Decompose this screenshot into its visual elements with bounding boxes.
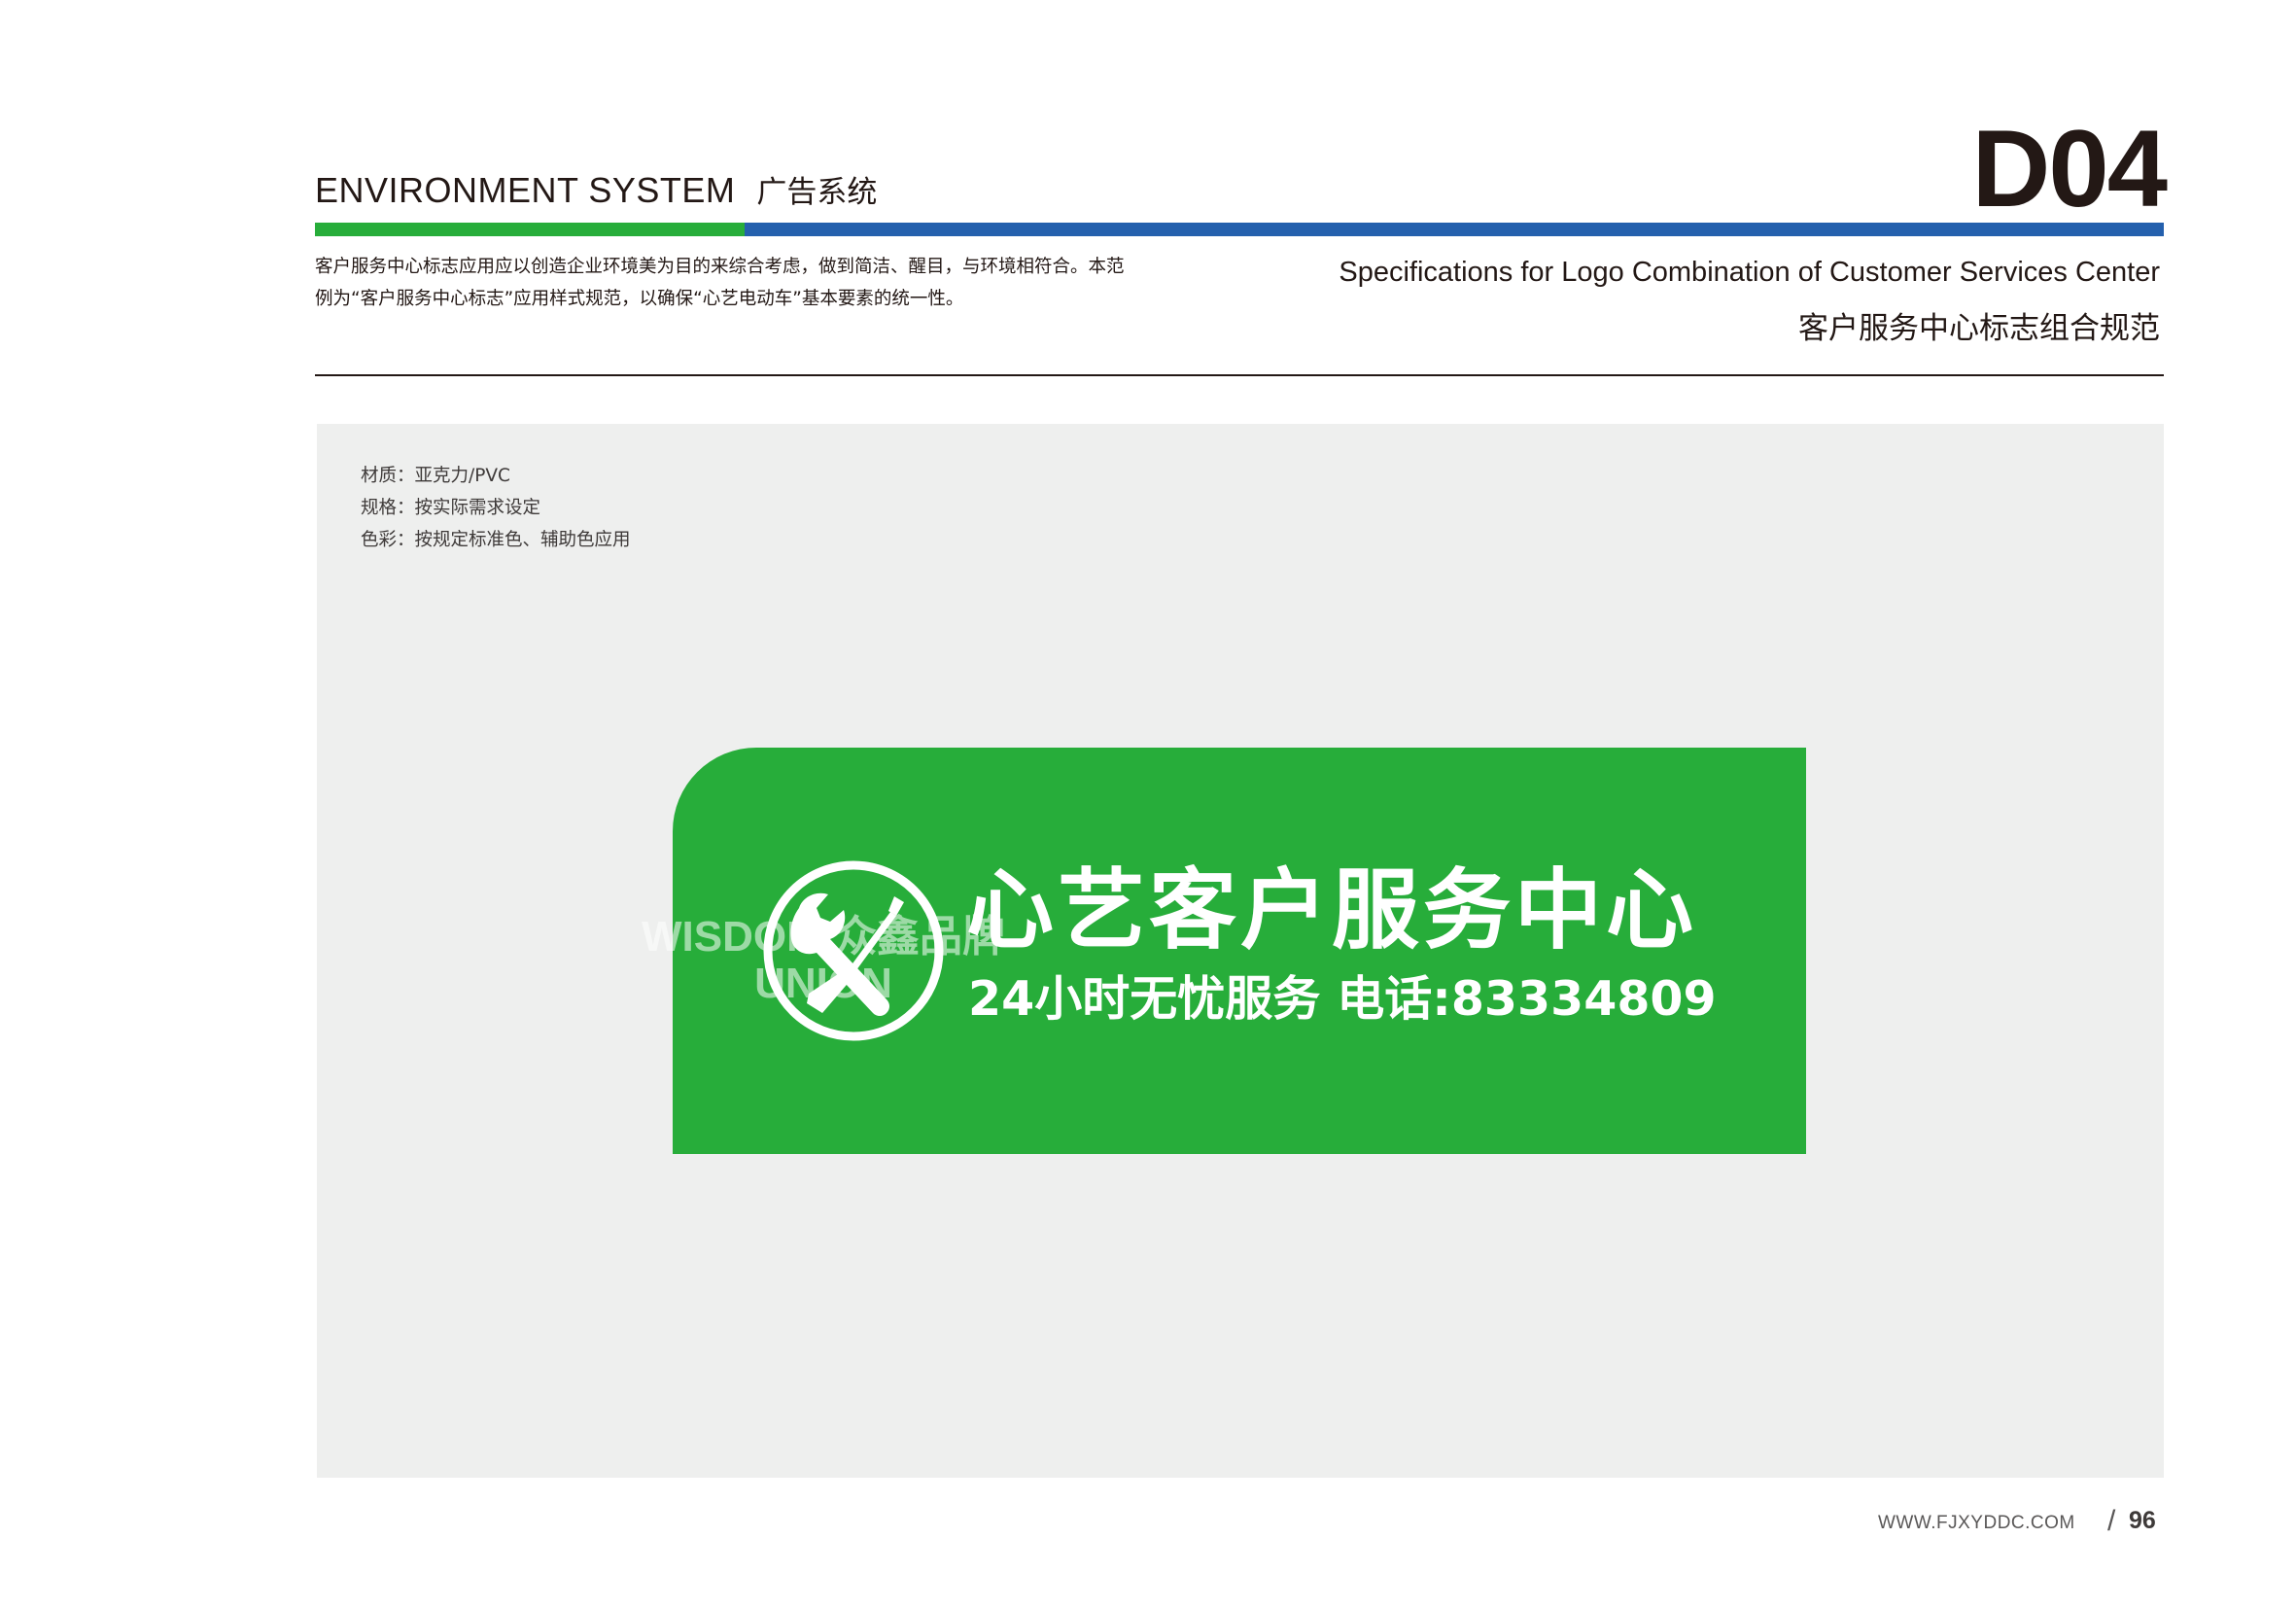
spec-title-en: Specifications for Logo Combination of C…: [1339, 257, 2160, 288]
page-number: 96: [2129, 1507, 2156, 1534]
spec-title-cn: 客户服务中心标志组合规范: [1798, 311, 2160, 346]
section-title: ENVIRONMENT SYSTEM 广告系统: [315, 167, 877, 222]
spec-color: 色彩：按规定标准色、辅助色应用: [361, 530, 631, 550]
spec-size: 规格：按实际需求设定: [361, 498, 541, 518]
wrench-screwdriver-icon: [760, 857, 947, 1044]
page-code: D04: [1971, 108, 2168, 229]
section-title-cn: 广告系统: [756, 175, 878, 210]
sign-subtitle: 24小时无忧服务 电话:83334809: [968, 971, 1717, 1027]
spec-material: 材质：亚克力/PVC: [361, 466, 510, 486]
sign-title: 心艺客户服务中心: [966, 859, 1697, 961]
blue-accent-bar: [745, 223, 2164, 236]
service-center-sign: 心艺客户服务中心 24小时无忧服务 电话:83334809: [673, 748, 1806, 1154]
footer-website: WWW.FJXYDDC.COM: [1878, 1513, 2075, 1533]
intro-line-2: 例为“客户服务中心标志”应用样式规范，以确保“心艺电动车”基本要素的统一性。: [315, 289, 964, 309]
intro-line-1: 客户服务中心标志应用应以创造企业环境美为目的来综合考虑，做到简洁、醒目，与环境相…: [315, 257, 1125, 277]
display-panel: 材质：亚克力/PVC 规格：按实际需求设定 色彩：按规定标准色、辅助色应用 心艺…: [317, 424, 2164, 1478]
section-title-en: ENVIRONMENT SYSTEM: [315, 170, 736, 210]
header-divider: [315, 374, 2164, 376]
footer-slash: /: [2107, 1505, 2116, 1537]
spec-list: 材质：亚克力/PVC 规格：按实际需求设定 色彩：按规定标准色、辅助色应用: [361, 460, 631, 556]
intro-text: 客户服务中心标志应用应以创造企业环境美为目的来综合考虑，做到简洁、醒目，与环境相…: [315, 251, 1190, 315]
green-accent-bar: [315, 223, 745, 236]
